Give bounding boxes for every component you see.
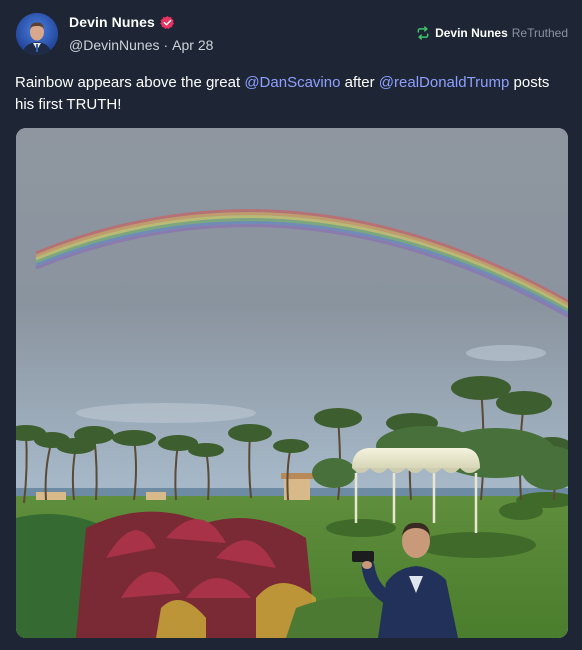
truth-post: Devin Nunes @DevinNunes · Apr 28 Devin N… <box>0 0 582 650</box>
post-image[interactable] <box>16 128 568 638</box>
author-name[interactable]: Devin Nunes <box>69 14 155 30</box>
author-info: Devin Nunes @DevinNunes · Apr 28 <box>69 13 213 53</box>
rainbow-photo <box>16 128 568 638</box>
verified-badge-icon <box>160 15 175 30</box>
post-text-part: after <box>340 74 379 91</box>
post-date[interactable]: Apr 28 <box>172 37 213 53</box>
retruth-indicator: Devin Nunes ReTruthed <box>416 26 568 40</box>
author-avatar[interactable] <box>16 13 58 55</box>
retruth-label: ReTruthed <box>511 26 568 40</box>
retruth-user[interactable]: Devin Nunes <box>435 26 508 40</box>
meta-separator: · <box>163 37 169 53</box>
post-text: Rainbow appears above the great @DanScav… <box>15 72 567 116</box>
retruth-icon <box>416 26 430 40</box>
author-handle[interactable]: @DevinNunes <box>69 37 159 53</box>
mention-link[interactable]: @realDonaldTrump <box>379 74 510 91</box>
mention-link[interactable]: @DanScavino <box>244 74 340 91</box>
post-text-part: Rainbow appears above the great <box>15 74 245 91</box>
